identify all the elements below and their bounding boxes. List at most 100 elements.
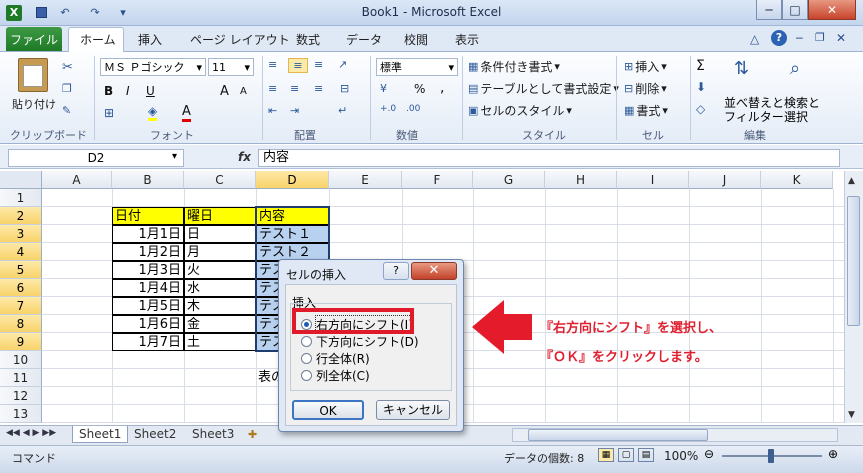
close-button[interactable]: ✕: [808, 0, 856, 20]
font-size-combo[interactable]: 11 ▾: [208, 58, 254, 76]
radio-button-icon[interactable]: [301, 352, 312, 364]
format-as-table-button[interactable]: ▤テーブルとして書式設定▾: [468, 80, 619, 97]
sort-filter-label-2[interactable]: フィルター: [724, 108, 784, 125]
binoculars-icon[interactable]: ⌕: [790, 58, 800, 79]
cut-icon[interactable]: ✂: [62, 60, 73, 75]
decrease-decimal-icon[interactable]: .00: [406, 104, 420, 114]
row-header-6[interactable]: 6: [0, 279, 42, 297]
underline-button[interactable]: U: [146, 84, 155, 98]
border-icon[interactable]: ⊞: [104, 106, 114, 120]
workbook-restore-icon[interactable]: ❐: [815, 31, 825, 44]
find-select-label-2[interactable]: 選択: [784, 108, 808, 125]
align-center-icon[interactable]: ≡: [290, 82, 299, 95]
day-cell[interactable]: 金: [184, 315, 256, 333]
row-header-13[interactable]: 13: [0, 405, 42, 423]
workbook-minimize-icon[interactable]: ─: [796, 32, 803, 45]
dialog-close-button[interactable]: ✕: [411, 262, 457, 280]
radio-option-4[interactable]: 列全体(C): [301, 367, 370, 383]
tab-formulas[interactable]: 数式: [296, 31, 320, 48]
comma-button[interactable]: ,: [440, 80, 444, 96]
row-header-11[interactable]: 11: [0, 369, 42, 387]
paste-icon[interactable]: [18, 58, 48, 92]
sheet-nav-icon[interactable]: ◀◀ ◀ ▶ ▶▶: [6, 428, 56, 438]
name-box[interactable]: D2: [8, 149, 184, 167]
align-right-icon[interactable]: ≡: [314, 82, 323, 95]
header-cell-date[interactable]: 日付: [112, 207, 184, 225]
date-cell[interactable]: 1月5日: [112, 297, 184, 315]
currency-icon[interactable]: ¥: [380, 82, 387, 95]
radio-button-icon[interactable]: [301, 369, 312, 381]
zoom-level[interactable]: 100%: [664, 449, 698, 463]
column-header-c[interactable]: C: [184, 171, 256, 189]
autosum-icon[interactable]: Σ: [696, 58, 705, 74]
row-header-7[interactable]: 7: [0, 297, 42, 315]
ok-button[interactable]: OK: [292, 400, 364, 420]
fill-color-icon[interactable]: ◈: [148, 104, 158, 121]
tab-page-layout[interactable]: ページ レイアウト: [190, 31, 290, 48]
shrink-font-icon[interactable]: A: [240, 86, 247, 97]
page-layout-view-icon[interactable]: ▢: [618, 448, 634, 462]
row-header-10[interactable]: 10: [0, 351, 42, 369]
scroll-thumb[interactable]: [847, 196, 860, 326]
tab-view[interactable]: 表示: [455, 31, 479, 48]
zoom-in-icon[interactable]: ⊕: [828, 447, 838, 461]
row-header-9[interactable]: 9: [0, 333, 42, 351]
header-cell-day[interactable]: 曜日: [184, 207, 256, 225]
date-cell[interactable]: 1月4日: [112, 279, 184, 297]
date-cell[interactable]: 1月3日: [112, 261, 184, 279]
zoom-slider-thumb[interactable]: [768, 449, 774, 463]
increase-decimal-icon[interactable]: +.0: [380, 104, 396, 114]
name-box-dropdown-icon[interactable]: ▾: [172, 151, 177, 162]
grow-font-icon[interactable]: A: [220, 84, 229, 99]
new-sheet-icon[interactable]: ✚: [248, 428, 257, 441]
row-header-3[interactable]: 3: [0, 225, 42, 243]
wrap-text-icon[interactable]: ↵: [338, 104, 347, 117]
row-header-5[interactable]: 5: [0, 261, 42, 279]
row-header-8[interactable]: 8: [0, 315, 42, 333]
normal-view-icon[interactable]: ▦: [598, 448, 614, 462]
day-cell[interactable]: 火: [184, 261, 256, 279]
column-header-h[interactable]: H: [545, 171, 617, 189]
paste-button[interactable]: 貼り付け: [12, 96, 56, 112]
scroll-down-icon[interactable]: ▼: [848, 410, 855, 420]
help-icon[interactable]: ?: [771, 30, 787, 46]
minimize-button[interactable]: ─: [756, 0, 782, 20]
font-color-icon[interactable]: A: [182, 104, 191, 122]
radio-button-icon[interactable]: [301, 335, 312, 347]
day-cell[interactable]: 土: [184, 333, 256, 351]
fill-icon[interactable]: ⬇: [696, 80, 706, 94]
day-cell[interactable]: 日: [184, 225, 256, 243]
ribbon-collapse-icon[interactable]: △: [750, 32, 759, 46]
cell-styles-button[interactable]: ▣ セルのスタイル ▾: [468, 102, 572, 119]
copy-icon[interactable]: ❐: [62, 82, 72, 95]
conditional-format-button[interactable]: ▦ 条件付き書式 ▾: [468, 58, 560, 75]
italic-button[interactable]: I: [126, 84, 130, 98]
tab-file[interactable]: ファイル: [6, 27, 62, 51]
sheet-tab-2[interactable]: Sheet2: [128, 426, 182, 443]
fx-icon[interactable]: fx: [238, 150, 251, 164]
formula-input[interactable]: 内容: [258, 149, 840, 167]
row-header-12[interactable]: 12: [0, 387, 42, 405]
select-all-corner[interactable]: [0, 171, 42, 189]
merge-center-icon[interactable]: ⊟: [340, 82, 349, 95]
radio-option-3[interactable]: 行全体(R): [301, 350, 370, 366]
font-name-combo[interactable]: ＭＳ Ｐゴシック ▾: [100, 58, 206, 76]
column-header-j[interactable]: J: [689, 171, 761, 189]
align-top-icon[interactable]: ≡: [268, 58, 277, 71]
sheet-tab-3[interactable]: Sheet3: [186, 426, 240, 443]
tab-home[interactable]: ホーム: [80, 31, 116, 48]
decrease-indent-icon[interactable]: ⇤: [268, 104, 277, 117]
maximize-button[interactable]: □: [782, 0, 808, 20]
day-cell[interactable]: 木: [184, 297, 256, 315]
delete-cells-button[interactable]: ⊟ 削除 ▾: [624, 80, 667, 97]
date-cell[interactable]: 1月6日: [112, 315, 184, 333]
format-cells-button[interactable]: ▦ 書式 ▾: [624, 102, 668, 119]
column-header-d[interactable]: D: [256, 171, 329, 189]
column-header-a[interactable]: A: [42, 171, 112, 189]
orientation-icon[interactable]: ↗: [338, 58, 347, 71]
date-cell[interactable]: 1月7日: [112, 333, 184, 351]
date-cell[interactable]: 1月1日: [112, 225, 184, 243]
radio-option-2[interactable]: 下方向にシフト(D): [301, 333, 419, 349]
dialog-help-button[interactable]: ?: [383, 262, 409, 280]
column-header-e[interactable]: E: [329, 171, 402, 189]
